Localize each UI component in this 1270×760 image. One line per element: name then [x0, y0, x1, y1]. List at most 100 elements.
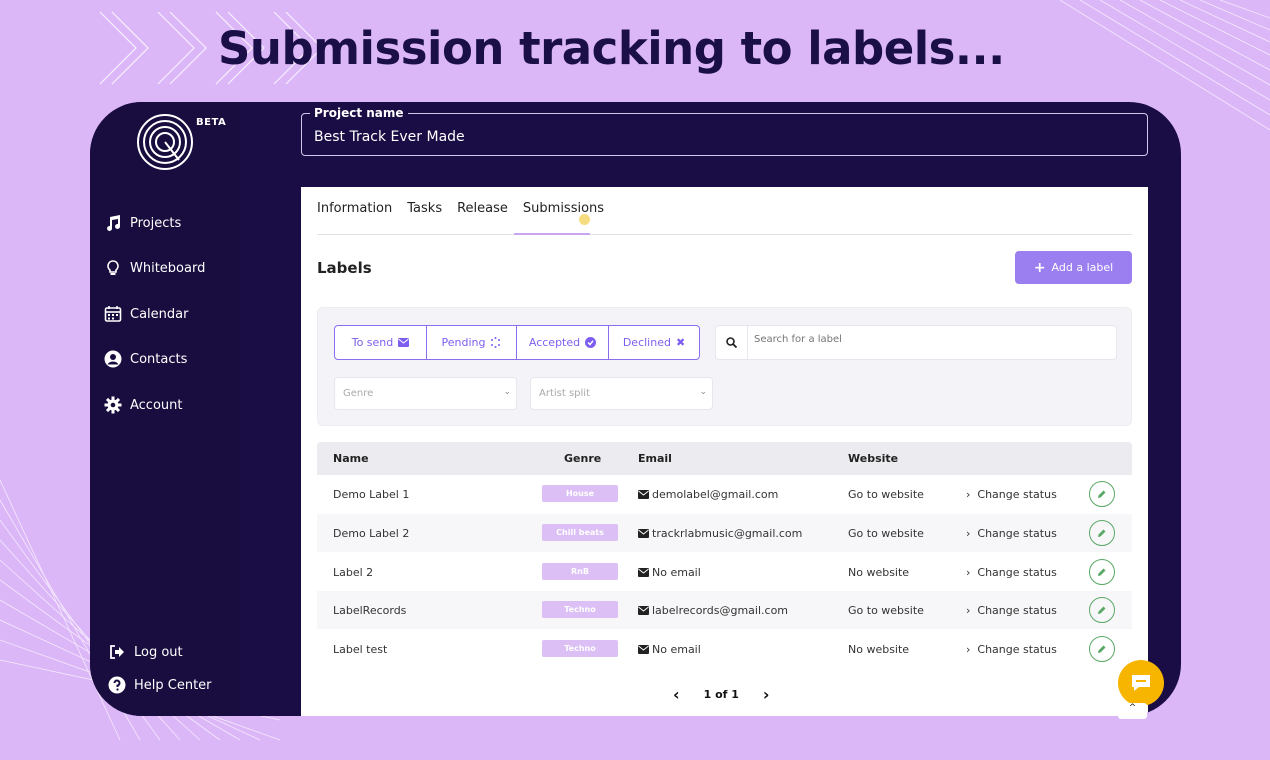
filter-declined-label: Declined [622, 336, 671, 349]
edit-button[interactable] [1089, 519, 1115, 546]
submissions-panel: Information Tasks Release Submissions La… [301, 187, 1148, 716]
chevron-right-icon: › [966, 643, 971, 657]
filter-bar: To send Pending Accepted Declined ✖ Sear… [317, 307, 1132, 426]
artist-split-select[interactable]: Artist split ⌄ [530, 377, 713, 410]
add-label-button[interactable]: + Add a label [1015, 251, 1132, 284]
filter-to-send[interactable]: To send [335, 326, 427, 359]
user-circle-icon [104, 350, 122, 368]
edit-button[interactable] [1089, 597, 1115, 624]
tab-release[interactable]: Release [457, 201, 508, 216]
chat-bubble-icon [1132, 675, 1150, 691]
row-website[interactable]: Go to website [848, 488, 924, 501]
sidebar-item-label: Calendar [130, 306, 189, 322]
page-indicator: 1 of 1 [703, 688, 739, 701]
tab-tasks[interactable]: Tasks [407, 201, 442, 216]
project-name-legend: Project name [310, 106, 408, 120]
search-input[interactable] [754, 334, 1104, 345]
pagination: ‹ 1 of 1 › [673, 685, 770, 704]
row-website[interactable]: No website [848, 643, 909, 656]
chevron-right-icon: › [966, 488, 971, 501]
calendar-icon [104, 306, 122, 322]
change-status-button[interactable]: › Change status [966, 566, 1057, 579]
row-email-text: demolabel@gmail.com [652, 488, 779, 501]
chevron-right-icon: › [966, 604, 971, 618]
label-search [715, 325, 1117, 360]
row-email-text: labelrecords@gmail.com [652, 604, 789, 618]
help-center-link[interactable]: Help Center [108, 676, 212, 694]
row-website[interactable]: Go to website [848, 604, 924, 617]
filter-accepted[interactable]: Accepted [517, 326, 609, 359]
tab-information[interactable]: Information [317, 201, 392, 216]
genre-badge: House [542, 485, 618, 502]
row-email: No email [638, 643, 701, 656]
project-name-field[interactable]: Project name Best Track Ever Made [301, 106, 1148, 156]
app-logo [137, 114, 193, 170]
pencil-icon [1098, 645, 1106, 654]
sidebar-item-label: Contacts [130, 351, 188, 367]
spinner-icon [491, 337, 501, 348]
col-genre: Genre [564, 452, 602, 465]
genre-badge: Techno [542, 601, 618, 619]
chat-widget-button[interactable] [1118, 660, 1164, 706]
sidebar-item-label: Whiteboard [130, 260, 206, 276]
table-row: LabelRecords Techno labelrecords@gmail.com… [317, 591, 1132, 631]
col-email: Email [638, 452, 672, 465]
app-window: BETA Projects Whiteboard Calendar Contac… [90, 102, 1181, 716]
filter-pending[interactable]: Pending [427, 326, 517, 359]
edit-button[interactable] [1089, 636, 1115, 663]
change-status-label: Change status [977, 604, 1057, 618]
sidebar-item-contacts[interactable]: Contacts [104, 350, 187, 368]
genre-badge: RnB [542, 562, 618, 580]
edit-button[interactable] [1089, 558, 1115, 585]
project-name-value: Best Track Ever Made [314, 129, 465, 145]
tab-submissions[interactable]: Submissions [523, 201, 604, 216]
row-name: Label test [333, 643, 388, 657]
plus-icon: + [1033, 259, 1046, 276]
row-name: Label 2 [333, 565, 374, 579]
change-status-button[interactable]: › Change status [966, 527, 1057, 540]
sidebar-item-whiteboard[interactable]: Whiteboard [104, 259, 205, 277]
pencil-icon [1098, 568, 1106, 576]
row-name: LabelRecords [333, 604, 407, 618]
beta-badge: BETA [196, 117, 227, 128]
row-email-text: No email [652, 643, 701, 657]
check-circle-icon [585, 337, 597, 348]
genre-placeholder: Genre [343, 388, 374, 399]
envelope-icon [638, 528, 649, 538]
prev-page-button[interactable]: ‹ [673, 685, 680, 704]
change-status-label: Change status [977, 488, 1057, 501]
table-body: Demo Label 1 House demolabel@gmail.com Go t… [317, 475, 1132, 669]
filter-declined[interactable]: Declined ✖ [609, 326, 699, 359]
tab-bar: Information Tasks Release Submissions [317, 201, 604, 216]
envelope-icon [638, 606, 649, 616]
change-status-button[interactable]: › Change status [966, 643, 1057, 656]
logout-button[interactable]: Log out [108, 643, 183, 661]
genre-select[interactable]: Genre ⌄ [334, 377, 517, 410]
table-row: Label test Techno No email No website › Chan… [317, 630, 1132, 669]
sidebar-item-label: Projects [130, 215, 182, 231]
filter-to-send-label: To send [351, 336, 394, 349]
row-email: demolabel@gmail.com [638, 488, 778, 501]
sidebar-item-projects[interactable]: Projects [104, 214, 181, 232]
help-icon [108, 676, 126, 694]
next-page-button[interactable]: › [763, 685, 770, 704]
table-row: Demo Label 2 Chill beats trackrlabmusic@gm… [317, 513, 1132, 553]
row-website[interactable]: Go to website [848, 527, 924, 540]
sidebar-item-label: Account [130, 397, 183, 413]
search-icon [716, 326, 748, 359]
pencil-icon [1098, 490, 1106, 498]
row-email: No email [638, 566, 701, 579]
sidebar-item-account[interactable]: Account [104, 396, 183, 414]
change-status-button[interactable]: › Change status [966, 488, 1057, 501]
envelope-icon [638, 490, 649, 499]
sidebar-item-calendar[interactable]: Calendar [104, 305, 188, 323]
row-website[interactable]: No website [848, 566, 909, 579]
split-placeholder: Artist split [539, 388, 590, 399]
envelope-icon [398, 338, 410, 347]
sidebar: BETA Projects Whiteboard Calendar Contac… [90, 102, 240, 716]
scroll-up-button[interactable]: ^ [1118, 703, 1147, 719]
genre-badge: Techno [542, 640, 618, 658]
edit-button[interactable] [1089, 481, 1115, 507]
change-status-button[interactable]: › Change status [966, 604, 1057, 617]
status-filter-group: To send Pending Accepted Declined ✖ [334, 325, 700, 360]
